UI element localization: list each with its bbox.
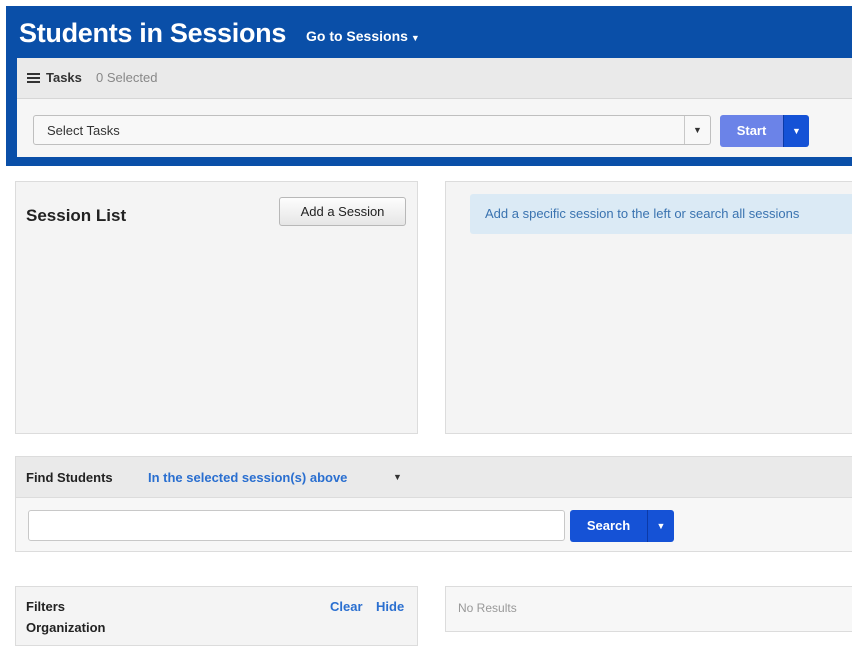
results-panel: No Results bbox=[445, 586, 852, 632]
student-search-input[interactable] bbox=[28, 510, 565, 541]
caret-down-icon: ▼ bbox=[410, 33, 420, 43]
search-button-group: Search ▼ bbox=[570, 510, 674, 542]
page-header: Students in Sessions Go to Sessions ▼ Tas… bbox=[6, 6, 852, 166]
tasks-selected-count: 0 Selected bbox=[96, 70, 158, 85]
select-tasks-dropdown[interactable]: Select Tasks ▼ bbox=[33, 115, 711, 145]
select-tasks-value: Select Tasks bbox=[47, 123, 120, 138]
info-message: Add a specific session to the left or se… bbox=[470, 194, 852, 234]
start-button[interactable]: Start bbox=[720, 115, 783, 147]
caret-down-icon[interactable]: ▼ bbox=[684, 116, 710, 144]
session-info-panel: Add a specific session to the left or se… bbox=[445, 181, 852, 434]
find-students-label: Find Students bbox=[26, 470, 113, 485]
find-students-header: Find Students In the selected session(s)… bbox=[16, 457, 852, 498]
page-title: Students in Sessions bbox=[19, 18, 287, 48]
search-button[interactable]: Search bbox=[570, 510, 647, 542]
start-dropdown-toggle[interactable]: ▼ bbox=[783, 115, 809, 147]
tasks-label: Tasks bbox=[46, 70, 82, 85]
find-students-panel: Find Students In the selected session(s)… bbox=[15, 456, 852, 552]
tasks-body: Select Tasks ▼ Start ▼ bbox=[17, 99, 852, 157]
filters-title: Filters bbox=[26, 599, 66, 614]
add-session-button[interactable]: Add a Session bbox=[279, 197, 406, 226]
filters-panel: Filters Organization Clear Hide bbox=[15, 586, 418, 646]
session-list-panel: Session List Add a Session bbox=[15, 181, 418, 434]
search-scope-dropdown[interactable]: In the selected session(s) above bbox=[148, 470, 347, 485]
hide-filters-link[interactable]: Hide bbox=[376, 599, 404, 614]
session-list-title: Session List bbox=[26, 206, 127, 225]
filter-organization-label: Organization bbox=[26, 620, 106, 635]
go-to-sessions-menu[interactable]: Go to Sessions ▼ bbox=[306, 28, 420, 44]
go-to-sessions-label: Go to Sessions bbox=[306, 28, 408, 44]
tasks-bar: Tasks 0 Selected bbox=[17, 58, 852, 99]
no-results-text: No Results bbox=[458, 601, 517, 615]
clear-filters-link[interactable]: Clear bbox=[330, 599, 363, 614]
start-button-group: Start ▼ bbox=[720, 115, 809, 147]
list-icon bbox=[27, 73, 40, 83]
search-dropdown-toggle[interactable]: ▼ bbox=[647, 510, 674, 542]
caret-down-icon[interactable]: ▼ bbox=[393, 472, 402, 482]
